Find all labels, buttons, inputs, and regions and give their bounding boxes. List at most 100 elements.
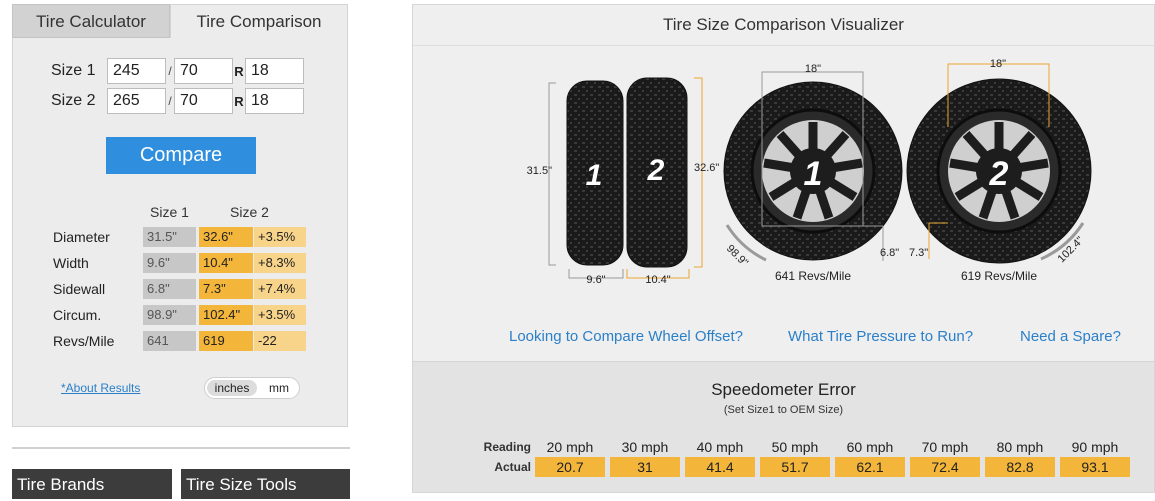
result-size2-value: 102.4" (199, 305, 253, 325)
result-difference: +8.3% (254, 253, 306, 273)
result-row-sidewall: Sidewall 6.8" 7.3" +7.4% (53, 279, 313, 299)
need-spare-link[interactable]: Need a Spare? (1020, 328, 1121, 345)
tire-brands-button[interactable]: Tire Brands (12, 469, 172, 499)
tire2-height-dimension: 32.6" (694, 77, 719, 268)
size1-row: Size 1 / R (51, 58, 304, 84)
sidebar-divider (12, 447, 350, 449)
reading-cell: 60 mph (846, 439, 894, 455)
size2-rim-input[interactable] (245, 88, 304, 114)
tire1-revs-label: 641 Revs/Mile (775, 269, 851, 283)
result-size1-value: 641 (143, 331, 196, 351)
tire1-sidewall-label: 6.8" (880, 247, 899, 259)
result-difference: +7.4% (254, 279, 306, 299)
results-col-size1: Size 1 (150, 204, 189, 220)
tire2-width-dimension: 10.4" (626, 269, 690, 286)
actual-cell: 41.4 (685, 457, 755, 477)
result-row-revs-per-mile: Revs/Mile 641 619 -22 (53, 331, 313, 351)
size1-aspect-input[interactable] (174, 58, 233, 84)
size2-label: Size 2 (51, 92, 96, 109)
tire1-side-view: 1 (566, 80, 624, 266)
result-difference: -22 (254, 331, 306, 351)
reading-cell: 70 mph (921, 439, 969, 455)
size2-width-input[interactable] (107, 88, 166, 114)
rim-r-label: R (234, 63, 244, 79)
result-size2-value: 32.6" (199, 227, 253, 247)
tire1-front-number: 1 (804, 155, 823, 193)
tire-size-tools-button[interactable]: Tire Size Tools (181, 469, 350, 499)
tire1-front-view: 1 (723, 81, 903, 261)
results-col-size2: Size 2 (230, 204, 269, 220)
tire1-side-number: 1 (586, 159, 603, 192)
actual-cell: 93.1 (1060, 457, 1130, 477)
slash-separator: / (168, 64, 172, 78)
tire1-width-label: 9.6" (586, 274, 605, 286)
tire2-side-view: 2 (626, 77, 688, 268)
tire-pressure-link[interactable]: What Tire Pressure to Run? (788, 328, 973, 345)
result-size1-value: 31.5" (143, 227, 196, 247)
visualizer-title: Tire Size Comparison Visualizer (663, 15, 904, 34)
about-results-link[interactable]: *About Results (61, 381, 140, 395)
unit-inches-option[interactable]: inches (207, 380, 257, 396)
visualizer-panel: Tire Size Comparison Visualizer 1 2 31.5… (412, 4, 1155, 493)
result-difference: +3.5% (254, 227, 306, 247)
tab-tire-calculator[interactable]: Tire Calculator (12, 4, 170, 38)
result-name: Circum. (53, 307, 102, 323)
size1-rim-input[interactable] (245, 58, 304, 84)
tire2-sidewall-label: 7.3" (909, 247, 928, 259)
result-row-diameter: Diameter 31.5" 32.6" +3.5% (53, 227, 313, 247)
reading-cell: 80 mph (996, 439, 1044, 455)
result-size2-value: 619 (199, 331, 253, 351)
tire-comparison-panel: Tire Calculator Tire Comparison Size 1 /… (12, 4, 348, 427)
tire2-side-number: 2 (647, 154, 665, 187)
size2-row: Size 2 / R (51, 88, 304, 114)
actual-cell: 62.1 (835, 457, 905, 477)
tire2-revs-label: 619 Revs/Mile (961, 269, 1037, 283)
result-size1-value: 6.8" (143, 279, 196, 299)
speedometer-error-section: Speedometer Error (Set Size1 to OEM Size… (413, 361, 1154, 492)
result-name: Revs/Mile (53, 333, 115, 349)
result-row-width: Width 9.6" 10.4" +8.3% (53, 253, 313, 273)
reading-cell: 20 mph (546, 439, 594, 455)
result-size1-value: 9.6" (143, 253, 196, 273)
reading-cell: 90 mph (1071, 439, 1119, 455)
size1-label: Size 1 (51, 62, 96, 79)
actual-row-label: Actual (494, 460, 531, 474)
result-name: Width (53, 255, 89, 271)
compare-wheel-offset-link[interactable]: Looking to Compare Wheel Offset? (509, 328, 743, 345)
rim-r-label: R (234, 93, 244, 109)
actual-cell: 31 (610, 457, 680, 477)
slash-separator: / (168, 94, 172, 108)
size2-aspect-input[interactable] (174, 88, 233, 114)
tire2-height-label: 32.6" (694, 162, 719, 174)
result-name: Sidewall (53, 281, 106, 297)
result-difference: +3.5% (254, 305, 306, 325)
tab-bar: Tire Calculator Tire Comparison (12, 4, 348, 38)
actual-cell: 51.7 (760, 457, 830, 477)
size1-width-input[interactable] (107, 58, 166, 84)
tire1-rim-label: 18" (805, 63, 821, 75)
tire-visualizer: 1 2 31.5" 32.6" 9.6" 10.4" 1 2 18" 18" 6… (527, 58, 1092, 286)
reading-cell: 30 mph (621, 439, 669, 455)
result-size2-value: 10.4" (199, 253, 253, 273)
reading-cell: 50 mph (771, 439, 819, 455)
actual-cell: 20.7 (535, 457, 605, 477)
reading-row-label: Reading (483, 440, 531, 454)
tire2-rim-label: 18" (990, 58, 1006, 70)
tire2-width-label: 10.4" (645, 274, 670, 286)
unit-toggle[interactable]: inches mm (204, 377, 300, 399)
tire1-height-label: 31.5" (527, 165, 552, 177)
actual-cell: 82.8 (985, 457, 1055, 477)
result-size1-value: 98.9" (143, 305, 196, 325)
tab-tire-comparison[interactable]: Tire Comparison (170, 4, 348, 38)
compare-button[interactable]: Compare (106, 137, 256, 174)
result-row-circumference: Circum. 98.9" 102.4" +3.5% (53, 305, 313, 325)
tire2-front-view: 2 (906, 78, 1092, 264)
tire1-height-dimension: 31.5" (527, 82, 556, 266)
speedometer-title: Speedometer Error (711, 380, 856, 399)
tire2-front-number: 2 (989, 155, 1009, 193)
result-size2-value: 7.3" (199, 279, 253, 299)
result-name: Diameter (53, 229, 110, 245)
unit-mm-option[interactable]: mm (261, 380, 297, 396)
reading-cell: 40 mph (696, 439, 744, 455)
speedometer-subtitle: (Set Size1 to OEM Size) (723, 404, 844, 416)
